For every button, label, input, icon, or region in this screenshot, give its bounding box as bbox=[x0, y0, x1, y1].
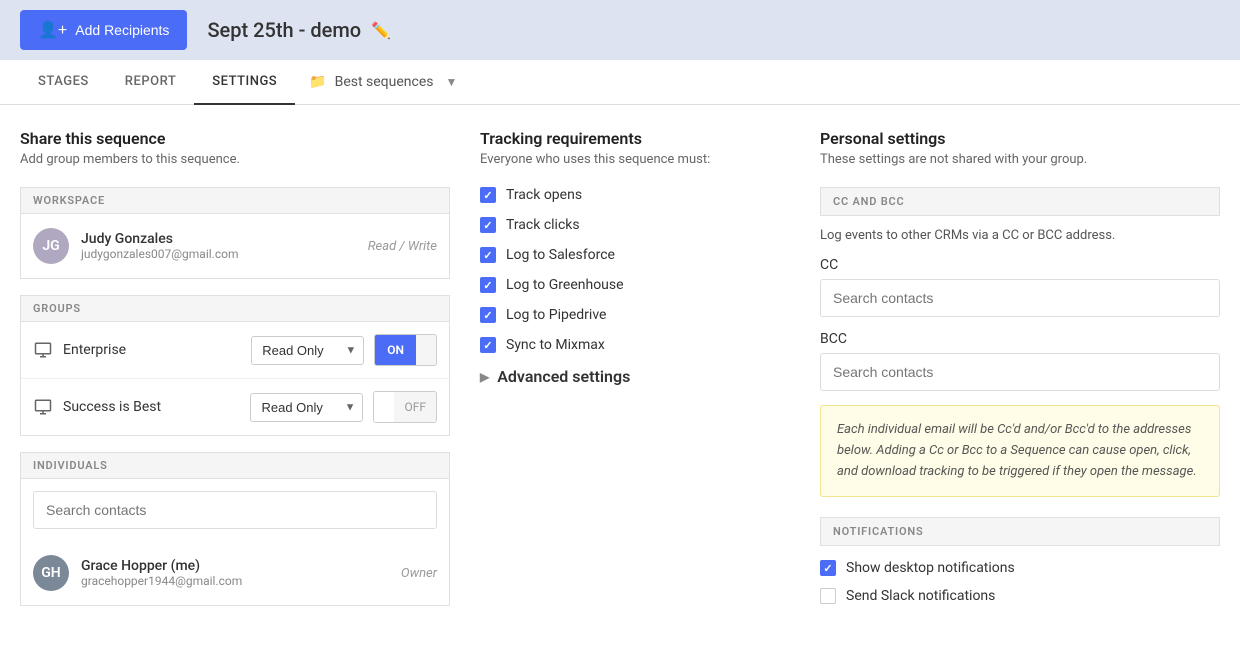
group-row-enterprise: Enterprise Read Only Read / Write ▼ ON bbox=[21, 322, 449, 379]
toggle-on-success[interactable] bbox=[374, 392, 394, 422]
share-section: Share this sequence Add group members to… bbox=[20, 129, 480, 616]
notification-item-slack: Send Slack notifications bbox=[820, 588, 1220, 604]
toggle-off-enterprise[interactable] bbox=[416, 335, 436, 365]
groups-header: GROUPS bbox=[20, 295, 450, 322]
individuals-section: INDIVIDUALS GH Grace Hopper (me) graceho… bbox=[20, 452, 450, 606]
share-desc: Add group members to this sequence. bbox=[20, 152, 450, 167]
tracking-item-pipedrive: Log to Pipedrive bbox=[480, 307, 790, 323]
page-title: Sept 25th - demo ✏️ bbox=[207, 18, 391, 42]
user-role-judy: Read / Write bbox=[368, 239, 437, 254]
user-info-grace: Grace Hopper (me) gracehopper1944@gmail.… bbox=[81, 558, 401, 588]
checkbox-log-greenhouse[interactable] bbox=[480, 277, 496, 293]
cc-bcc-info-box: Each individual email will be Cc'd and/o… bbox=[820, 405, 1220, 497]
toggle-on-enterprise[interactable]: ON bbox=[375, 335, 416, 365]
notifications-header: NOTIFICATIONS bbox=[820, 517, 1220, 546]
tracking-items-list: Track opens Track clicks Log to Salesfor… bbox=[480, 187, 790, 353]
tracking-label-opens: Track opens bbox=[506, 187, 582, 203]
tracking-label-salesforce: Log to Salesforce bbox=[506, 247, 615, 263]
personal-settings-title: Personal settings bbox=[820, 129, 1220, 148]
bcc-search-input[interactable] bbox=[820, 353, 1220, 391]
personal-settings-desc: These settings are not shared with your … bbox=[820, 152, 1220, 167]
add-recipients-button[interactable]: 👤+ Add Recipients bbox=[20, 10, 187, 50]
groups-section: GROUPS Enterprise Read Only Read / Write bbox=[20, 295, 450, 436]
best-sequences-label: Best sequences bbox=[335, 74, 434, 90]
checkbox-desktop-notifications[interactable] bbox=[820, 560, 836, 576]
user-email-grace: gracehopper1944@gmail.com bbox=[81, 574, 401, 588]
advanced-settings-label: Advanced settings bbox=[497, 367, 630, 386]
tab-settings[interactable]: SETTINGS bbox=[194, 60, 295, 105]
user-email-judy: judygonzales007@gmail.com bbox=[81, 247, 368, 261]
toggle-off-success[interactable]: OFF bbox=[394, 392, 436, 422]
notification-item-desktop: Show desktop notifications bbox=[820, 560, 1220, 576]
groups-box: Enterprise Read Only Read / Write ▼ ON bbox=[20, 322, 450, 436]
individuals-search-wrapper bbox=[21, 479, 449, 541]
edit-icon[interactable]: ✏️ bbox=[371, 21, 391, 40]
user-name-judy: Judy Gonzales bbox=[81, 231, 368, 247]
tracking-item-clicks: Track clicks bbox=[480, 217, 790, 233]
notification-label-slack: Send Slack notifications bbox=[846, 588, 995, 604]
cc-search-input[interactable] bbox=[820, 279, 1220, 317]
group-name-success: Success is Best bbox=[63, 399, 250, 415]
tracking-item-salesforce: Log to Salesforce bbox=[480, 247, 790, 263]
personal-section: Personal settings These settings are not… bbox=[820, 129, 1220, 616]
tracking-title: Tracking requirements bbox=[480, 129, 790, 148]
user-info-judy: Judy Gonzales judygonzales007@gmail.com bbox=[81, 231, 368, 261]
notification-label-desktop: Show desktop notifications bbox=[846, 560, 1015, 576]
tracking-label-greenhouse: Log to Greenhouse bbox=[506, 277, 624, 293]
tab-stages[interactable]: STAGES bbox=[20, 60, 107, 105]
group-name-enterprise: Enterprise bbox=[63, 342, 251, 358]
main-content: Share this sequence Add group members to… bbox=[0, 105, 1240, 640]
user-name-grace: Grace Hopper (me) bbox=[81, 558, 401, 574]
tab-report[interactable]: REPORT bbox=[107, 60, 194, 105]
checkbox-track-opens[interactable] bbox=[480, 187, 496, 203]
checkbox-log-pipedrive[interactable] bbox=[480, 307, 496, 323]
individuals-search-input[interactable] bbox=[33, 491, 437, 529]
toggle-success[interactable]: OFF bbox=[373, 391, 437, 423]
nav-tabs: STAGES REPORT SETTINGS 📁 Best sequences … bbox=[0, 60, 1240, 105]
individual-row-grace: GH Grace Hopper (me) gracehopper1944@gma… bbox=[21, 541, 449, 605]
checkbox-sync-mixmax[interactable] bbox=[480, 337, 496, 353]
permission-select-wrapper-success: Read Only Read / Write ▼ bbox=[250, 393, 363, 422]
avatar-grace: GH bbox=[33, 555, 69, 591]
group-icon-enterprise bbox=[33, 340, 53, 360]
checkbox-slack-notifications[interactable] bbox=[820, 588, 836, 604]
title-text: Sept 25th - demo bbox=[207, 18, 361, 42]
tab-best-sequences[interactable]: 📁 Best sequences ▼ bbox=[295, 60, 471, 104]
permission-select-wrapper-enterprise: Read Only Read / Write ▼ bbox=[251, 336, 364, 365]
group-row-success: Success is Best Read Only Read / Write ▼… bbox=[21, 379, 449, 435]
checkbox-log-salesforce[interactable] bbox=[480, 247, 496, 263]
tracking-desc: Everyone who uses this sequence must: bbox=[480, 152, 790, 167]
individuals-body: GH Grace Hopper (me) gracehopper1944@gma… bbox=[20, 479, 450, 606]
checkbox-track-clicks[interactable] bbox=[480, 217, 496, 233]
workspace-user-row: JG Judy Gonzales judygonzales007@gmail.c… bbox=[21, 214, 449, 278]
tracking-label-clicks: Track clicks bbox=[506, 217, 580, 233]
individuals-header: INDIVIDUALS bbox=[20, 452, 450, 479]
tracking-item-mixmax: Sync to Mixmax bbox=[480, 337, 790, 353]
header: 👤+ Add Recipients Sept 25th - demo ✏️ bbox=[0, 0, 1240, 60]
advanced-settings-toggle[interactable]: ▶ Advanced settings bbox=[480, 367, 790, 386]
cc-bcc-desc: Log events to other CRMs via a CC or BCC… bbox=[820, 228, 1220, 243]
group-icon-success bbox=[33, 397, 53, 417]
add-person-icon: 👤+ bbox=[38, 20, 67, 40]
chevron-right-icon: ▶ bbox=[480, 370, 489, 384]
add-recipients-label: Add Recipients bbox=[75, 22, 169, 38]
permission-select-enterprise[interactable]: Read Only Read / Write bbox=[251, 336, 364, 365]
permission-select-success[interactable]: Read Only Read / Write bbox=[250, 393, 363, 422]
tracking-section: Tracking requirements Everyone who uses … bbox=[480, 129, 820, 616]
user-role-grace: Owner bbox=[401, 566, 437, 581]
cc-label: CC bbox=[820, 257, 1220, 273]
toggle-enterprise[interactable]: ON bbox=[374, 334, 437, 366]
tracking-item-opens: Track opens bbox=[480, 187, 790, 203]
bcc-label: BCC bbox=[820, 331, 1220, 347]
workspace-box: JG Judy Gonzales judygonzales007@gmail.c… bbox=[20, 214, 450, 279]
tracking-item-greenhouse: Log to Greenhouse bbox=[480, 277, 790, 293]
cc-bcc-header: CC AND BCC bbox=[820, 187, 1220, 216]
folder-icon: 📁 bbox=[309, 74, 326, 90]
share-title: Share this sequence bbox=[20, 129, 450, 148]
workspace-header: WORKSPACE bbox=[20, 187, 450, 214]
tracking-label-mixmax: Sync to Mixmax bbox=[506, 337, 605, 353]
avatar-judy: JG bbox=[33, 228, 69, 264]
tracking-label-pipedrive: Log to Pipedrive bbox=[506, 307, 606, 323]
dropdown-arrow-icon: ▼ bbox=[446, 75, 458, 89]
